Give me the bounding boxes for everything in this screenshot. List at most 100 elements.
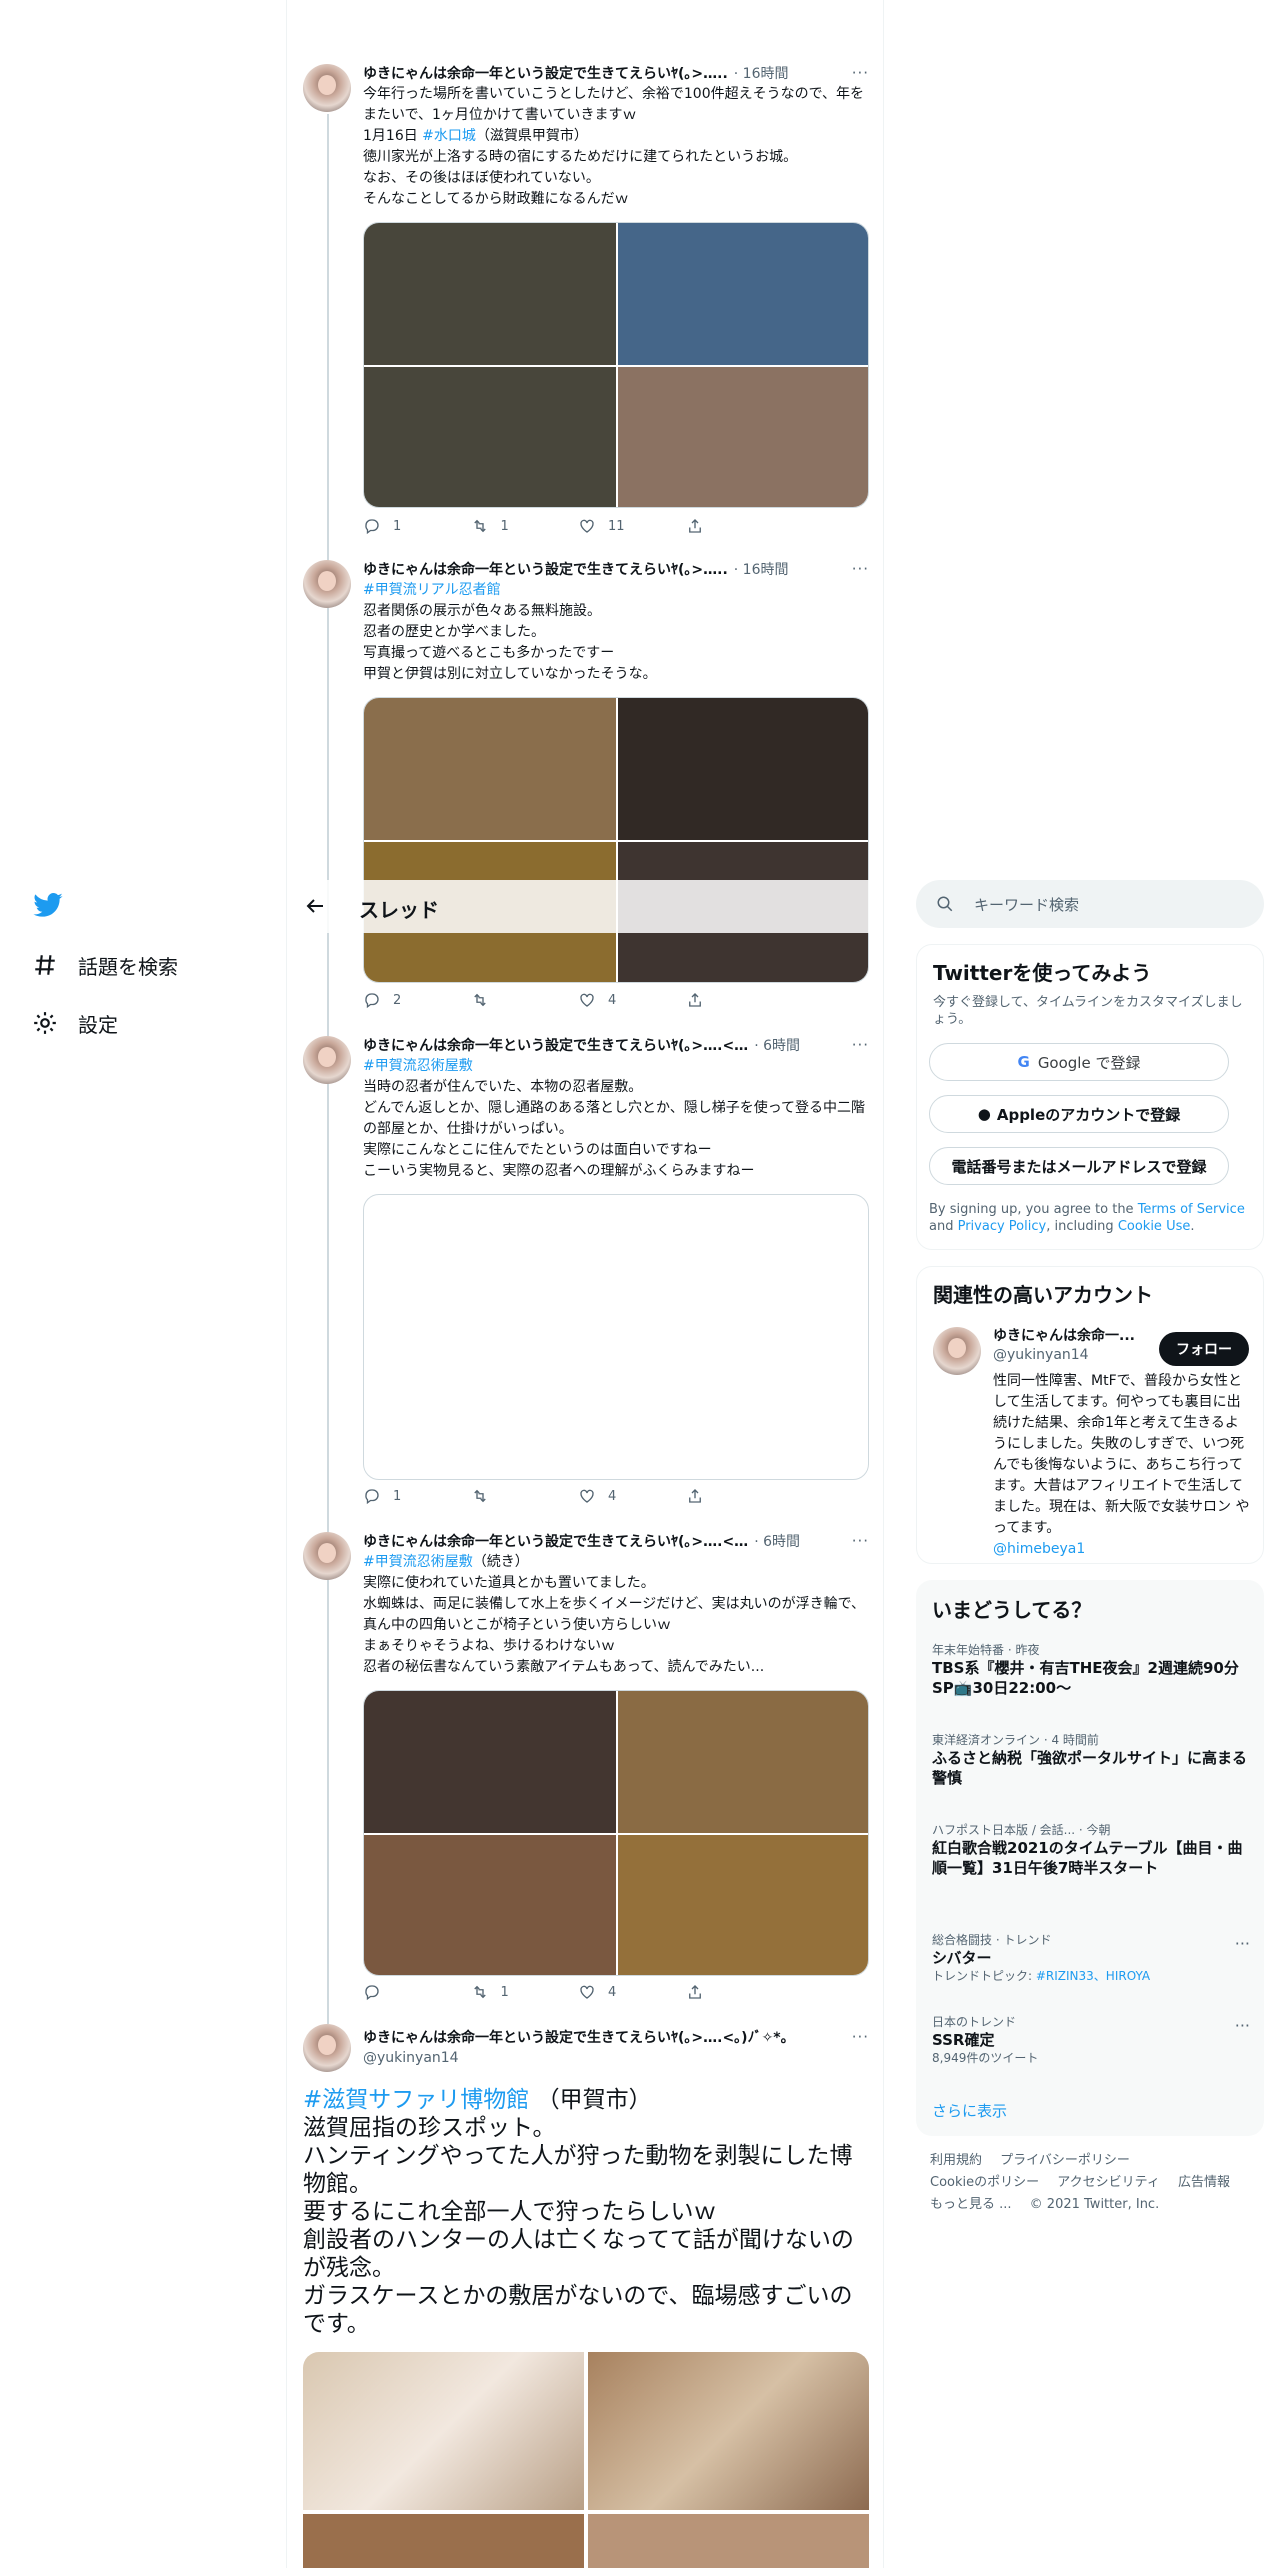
tweet[interactable]: ゆきにゃんは余命一年という設定で生きてえらいﾔ(｡>….. · 16時間 ···…	[287, 560, 885, 1020]
privacy-link[interactable]: Privacy Policy	[958, 1219, 1047, 1234]
hashtag-link[interactable]: #滋賀サファリ博物館	[303, 2087, 529, 2113]
photo[interactable]	[618, 1691, 868, 1833]
phone-signup-button[interactable]: 電話番号またはメールアドレスで登録	[929, 1147, 1229, 1185]
share-button[interactable]	[686, 517, 794, 535]
retweet-button[interactable]	[471, 1487, 579, 1505]
share-button[interactable]	[686, 991, 794, 1009]
media-grid[interactable]	[303, 2352, 869, 2568]
photo[interactable]	[364, 1691, 616, 1833]
avatar[interactable]	[303, 1036, 351, 1084]
search-input[interactable]: キーワード検索	[916, 880, 1264, 928]
back-arrow-icon[interactable]	[303, 894, 327, 918]
photo[interactable]	[588, 2352, 869, 2510]
more-icon[interactable]: ···	[852, 2028, 869, 2046]
focused-tweet[interactable]: ゆきにゃんは余命一年という設定で生きてえらいﾔ(｡>….<｡)ﾉﾞ✧*。 ···…	[287, 2024, 885, 2568]
tweet[interactable]: ゆきにゃんは余命一年という設定で生きてえらいﾔ(｡>….<… · 6時間 ···…	[287, 1532, 885, 2012]
timestamp[interactable]: · 6時間	[754, 1533, 800, 1551]
footer-link[interactable]: 広告情報	[1178, 2175, 1230, 2190]
related-name[interactable]: ゆきにゃんは余命一...	[993, 1327, 1135, 1345]
retweet-icon	[473, 993, 486, 1007]
reply-button[interactable]: 2	[363, 991, 471, 1009]
tweet[interactable]: ゆきにゃんは余命一年という設定で生きてえらいﾔ(｡>….. · 16時間 ···…	[287, 64, 885, 544]
share-button[interactable]	[686, 1983, 794, 2001]
photo[interactable]	[364, 367, 616, 507]
mention-link[interactable]: @himebeya1	[993, 1541, 1085, 1557]
photo[interactable]	[618, 367, 868, 507]
photo[interactable]	[364, 1835, 616, 1975]
footer-link[interactable]: もっと見る ...	[930, 2197, 1012, 2212]
avatar[interactable]	[303, 64, 351, 112]
retweet-button[interactable]: 1	[471, 1983, 579, 2001]
terms-link[interactable]: Terms of Service	[1138, 1202, 1245, 1217]
author-name[interactable]: ゆきにゃんは余命一年という設定で生きてえらいﾔ(｡>….<…	[363, 1037, 748, 1055]
nav-settings[interactable]: 設定	[32, 1008, 118, 1038]
footer-link[interactable]: 利用規約	[930, 2153, 982, 2168]
like-button[interactable]: 4	[578, 991, 686, 1009]
reply-icon	[365, 993, 379, 1009]
more-icon[interactable]: ···	[852, 64, 869, 82]
cookie-link[interactable]: Cookie Use	[1118, 1219, 1191, 1234]
more-icon[interactable]: ···	[852, 1532, 869, 1550]
trend-item[interactable]: 総合格闘技 · トレンド シバター トレンドトピック: #RIZIN33、HIR…	[932, 1932, 1250, 1984]
retweet-button[interactable]	[471, 991, 579, 1009]
avatar[interactable]	[303, 1532, 351, 1580]
photo[interactable]	[618, 1835, 868, 1975]
trend-item[interactable]: 日本のトレンド SSR確定 8,949件のツイート ···	[932, 2014, 1250, 2066]
like-button[interactable]: 4	[578, 1983, 686, 2001]
trend-item[interactable]: 年末年始特番 · 昨夜 TBS系『櫻井・有吉THE夜会』2週連続90分SP📺30…	[932, 1642, 1250, 1698]
footer-link[interactable]: プライバシーポリシー	[1000, 2153, 1130, 2168]
nav-settings-label: 設定	[78, 1012, 118, 1037]
author-name[interactable]: ゆきにゃんは余命一年という設定で生きてえらいﾔ(｡>…..	[363, 65, 728, 83]
footer-link[interactable]: Cookieのポリシー	[930, 2175, 1039, 2190]
timestamp[interactable]: · 16時間	[734, 65, 789, 83]
apple-signup-button[interactable]: ● Appleのアカウントで登録	[929, 1095, 1229, 1133]
avatar[interactable]	[303, 2024, 351, 2072]
author-handle[interactable]: @yukinyan14	[363, 2048, 869, 2068]
more-icon[interactable]: ···	[1235, 1934, 1250, 1953]
photo[interactable]	[618, 698, 868, 840]
show-more-link[interactable]: さらに表示	[932, 2100, 1007, 2121]
author-name[interactable]: ゆきにゃんは余命一年という設定で生きてえらいﾔ(｡>….<…	[363, 1533, 748, 1551]
photo[interactable]	[303, 2352, 584, 2510]
reply-button[interactable]	[363, 1983, 471, 2001]
hashtag-link[interactable]: #甲賀流リアル忍者館	[363, 582, 501, 598]
follow-button[interactable]: フォロー	[1159, 1332, 1249, 1366]
media-grid[interactable]	[363, 697, 869, 983]
trend-item[interactable]: 東洋経済オンライン · 4 時間前 ふるさと納税「強欲ポータルサイト」に高まる警…	[932, 1732, 1250, 1788]
hashtag-link[interactable]: #水口城	[422, 128, 476, 144]
related-handle[interactable]: @yukinyan14	[993, 1347, 1089, 1363]
media-placeholder[interactable]	[363, 1194, 869, 1480]
photo[interactable]	[588, 2514, 869, 2568]
retweet-button[interactable]: 1	[471, 517, 579, 535]
media-grid[interactable]	[363, 222, 869, 508]
avatar[interactable]	[303, 560, 351, 608]
tweet-text: #甲賀流忍術屋敷 当時の忍者が住んでいた、本物の忍者屋敷。 どんでん返しとか、隠…	[363, 1058, 866, 1179]
more-icon[interactable]: ···	[1235, 2016, 1250, 2035]
reply-button[interactable]: 1	[363, 1487, 471, 1505]
avatar[interactable]	[933, 1327, 981, 1375]
twitter-logo-icon[interactable]	[32, 892, 64, 920]
photo[interactable]	[364, 223, 616, 365]
like-button[interactable]: 4	[578, 1487, 686, 1505]
photo[interactable]	[618, 223, 868, 365]
timestamp[interactable]: · 16時間	[734, 561, 789, 579]
reply-button[interactable]: 1	[363, 517, 471, 535]
timestamp[interactable]: · 6時間	[754, 1037, 800, 1055]
share-button[interactable]	[686, 1487, 794, 1505]
nav-explore[interactable]: 話題を検索	[32, 950, 178, 980]
tweet[interactable]: ゆきにゃんは余命一年という設定で生きてえらいﾔ(｡>….<… · 6時間 ···…	[287, 1036, 885, 1516]
like-button[interactable]: 11	[578, 517, 686, 535]
photo[interactable]	[303, 2514, 584, 2568]
more-icon[interactable]: ···	[852, 560, 869, 578]
photo[interactable]	[364, 698, 616, 840]
google-signup-button[interactable]: G Google で登録	[929, 1043, 1229, 1081]
author-name[interactable]: ゆきにゃんは余命一年という設定で生きてえらいﾔ(｡>….<｡)ﾉﾞ✧*。	[363, 2029, 795, 2047]
media-grid[interactable]	[363, 1690, 869, 1976]
hashtag-link[interactable]: #甲賀流忍術屋敷	[363, 1058, 473, 1074]
thread-header: スレッド	[287, 880, 883, 933]
more-icon[interactable]: ···	[852, 1036, 869, 1054]
trend-item[interactable]: ハフポスト日本版 / 会話... · 今朝 紅白歌合戦2021のタイムテーブル【…	[932, 1822, 1250, 1878]
hashtag-link[interactable]: #甲賀流忍術屋敷	[363, 1554, 473, 1570]
footer-link[interactable]: アクセシビリティ	[1057, 2175, 1160, 2190]
author-name[interactable]: ゆきにゃんは余命一年という設定で生きてえらいﾔ(｡>…..	[363, 561, 728, 579]
